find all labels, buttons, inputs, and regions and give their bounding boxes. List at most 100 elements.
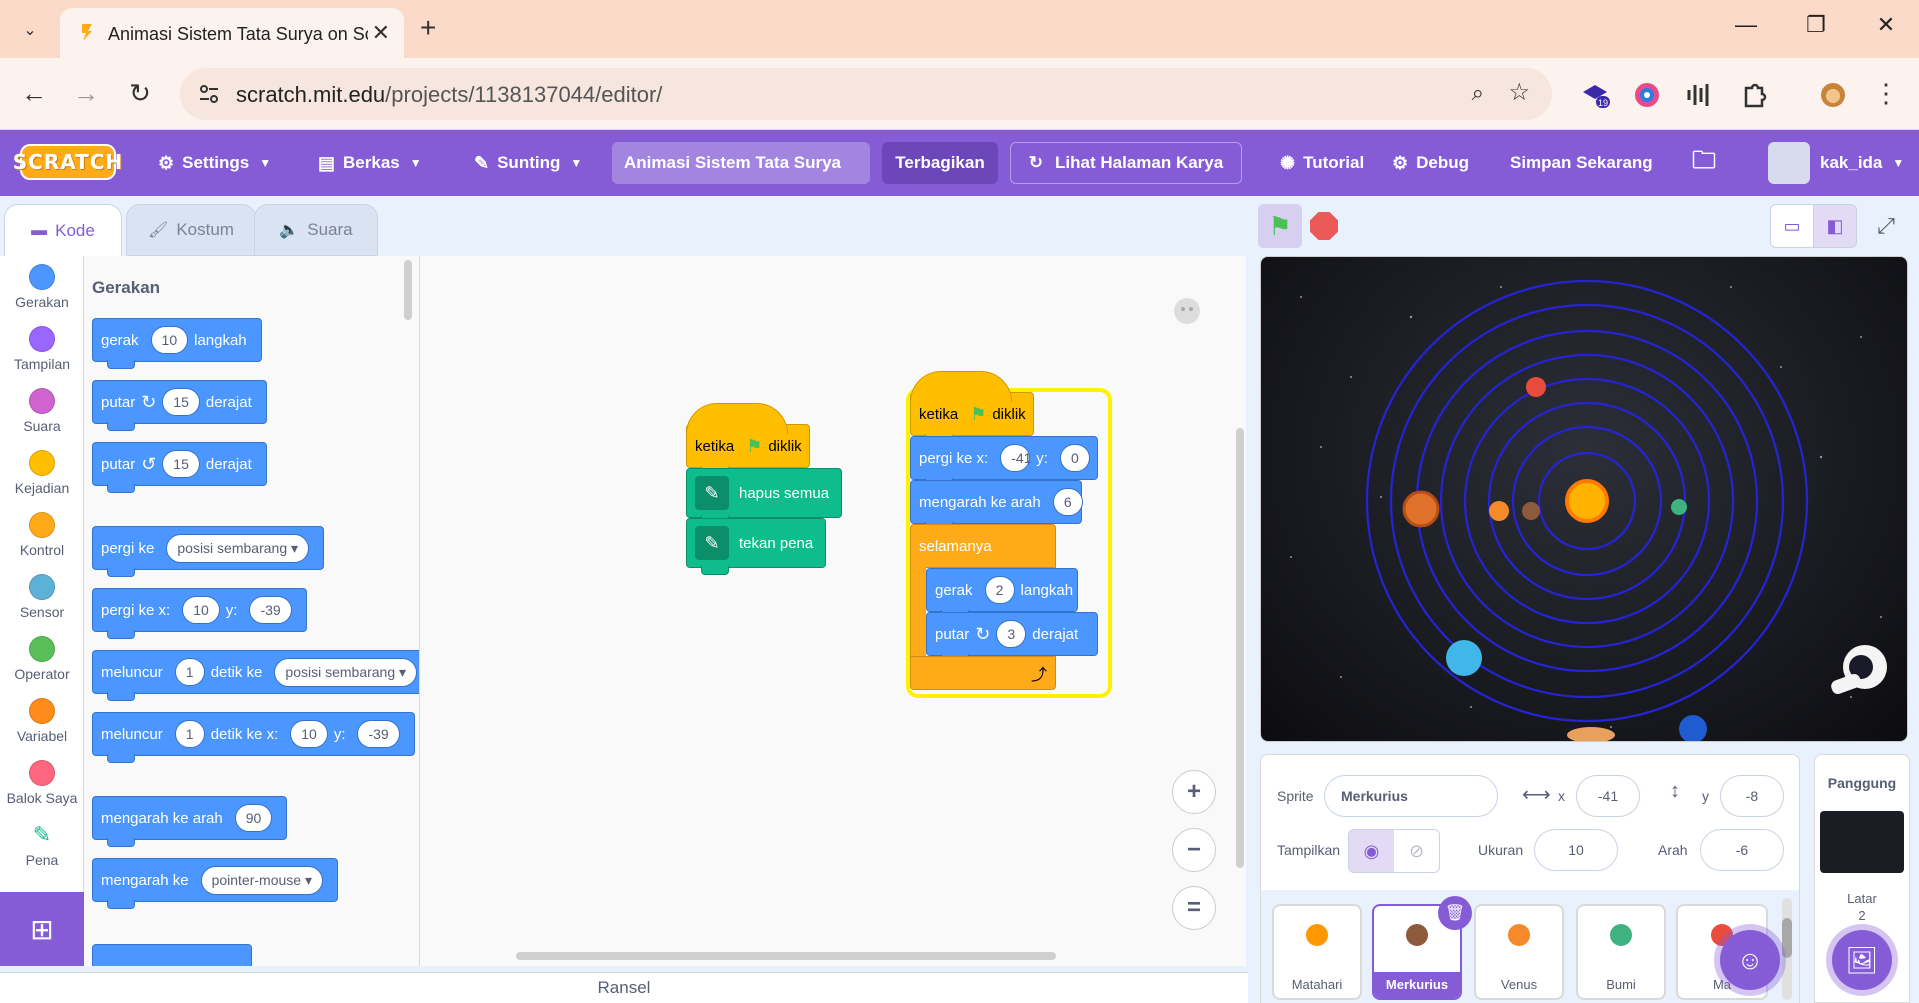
steps-input[interactable]: 10: [150, 326, 189, 354]
category-motion[interactable]: Gerakan: [0, 264, 84, 310]
small-stage-button[interactable]: ▭: [1770, 204, 1814, 248]
restore-icon[interactable]: ❐: [1796, 12, 1836, 38]
sprite-tile[interactable]: Bumi: [1576, 904, 1666, 1000]
show-eye-icon[interactable]: ◉: [1349, 830, 1394, 872]
backpack-header[interactable]: Ransel: [0, 972, 1248, 1003]
x-input[interactable]: 10: [290, 720, 328, 748]
glide-dropdown[interactable]: posisi sembarang ▾: [274, 657, 418, 687]
omnibox[interactable]: scratch.mit.edu/projects/1138137044/edit…: [180, 68, 1552, 120]
point-direction-block[interactable]: mengarah ke arah 6: [910, 480, 1083, 531]
point-towards-block[interactable]: mengarah ke pointer-mouse ▾: [92, 858, 338, 909]
script-area[interactable]: ketika ⚑ diklik ✎ hapus semua ✎ tekan pena k…: [420, 256, 1246, 966]
y-input[interactable]: 0: [1059, 444, 1090, 472]
reload-icon[interactable]: ↻: [122, 78, 158, 109]
choose-backdrop-button[interactable]: 🖼: [1832, 930, 1892, 990]
turn-right-block[interactable]: putar ↻ 3 derajat: [926, 612, 1098, 663]
category-events[interactable]: Kejadian: [0, 450, 84, 496]
tutorial-button[interactable]: ✺ Tutorial: [1280, 130, 1364, 196]
folder-icon[interactable]: 🗀: [1692, 130, 1716, 196]
stage-canvas[interactable]: [1260, 256, 1908, 742]
extensions-puzzle-icon[interactable]: [1740, 80, 1770, 110]
green-flag-button[interactable]: ⚑: [1258, 204, 1302, 248]
forever-block[interactable]: selamanya: [910, 524, 1056, 568]
fullscreen-button[interactable]: ⤢: [1864, 204, 1908, 248]
bookmark-star-icon[interactable]: ☆: [1508, 78, 1530, 107]
delete-sprite-icon[interactable]: 🗑: [1438, 896, 1472, 930]
audio-extension-icon[interactable]: [1684, 80, 1714, 110]
tab-search-icon[interactable]: ⌄: [12, 14, 48, 46]
sprite-tile[interactable]: Venus: [1474, 904, 1564, 1000]
category-operators[interactable]: Operator: [0, 636, 84, 682]
new-tab-icon[interactable]: +: [420, 12, 436, 44]
degrees-input[interactable]: 3: [996, 620, 1027, 648]
tab-close-icon[interactable]: ✕: [372, 20, 390, 46]
profile-avatar-icon[interactable]: [1818, 80, 1848, 110]
category-looks[interactable]: Tampilan: [0, 326, 84, 372]
steps-input[interactable]: 2: [984, 576, 1015, 604]
site-settings-icon[interactable]: [196, 81, 222, 107]
close-window-icon[interactable]: ✕: [1866, 12, 1906, 38]
degrees-input[interactable]: 15: [162, 450, 200, 478]
turn-left-block[interactable]: putar ↺ 15 derajat: [92, 442, 267, 493]
y-input[interactable]: -39: [249, 596, 292, 624]
browser-menu-icon[interactable]: ⋮: [1868, 78, 1904, 109]
goto-dropdown[interactable]: posisi sembarang ▾: [166, 533, 310, 563]
secs-input[interactable]: 1: [174, 658, 205, 686]
secs-input[interactable]: 1: [174, 720, 205, 748]
tab-code[interactable]: ▬ Kode: [4, 204, 122, 256]
minimize-icon[interactable]: —: [1726, 12, 1766, 38]
add-extension-button[interactable]: ⊞: [0, 892, 84, 966]
category-sensing[interactable]: Sensor: [0, 574, 84, 620]
settings-menu[interactable]: ⚙ Settings ▼: [158, 130, 271, 196]
x-input[interactable]: -41: [1000, 444, 1031, 472]
pen-down-block[interactable]: ✎ tekan pena: [686, 518, 826, 575]
move-steps-block[interactable]: gerak 10 langkah: [92, 318, 262, 369]
save-now-button[interactable]: Simpan Sekarang: [1510, 130, 1653, 196]
user-avatar[interactable]: [1768, 142, 1810, 184]
move-steps-block[interactable]: gerak 2 langkah: [926, 568, 1078, 619]
scratch-logo[interactable]: SCRATCH: [13, 144, 122, 180]
degrees-input[interactable]: 15: [162, 388, 200, 416]
y-input[interactable]: -39: [357, 720, 400, 748]
glide-block[interactable]: meluncur 1 detik ke posisi sembarang ▾: [92, 650, 419, 701]
partial-block[interactable]: [92, 944, 252, 966]
project-title-input[interactable]: Animasi Sistem Tata Surya: [612, 142, 870, 184]
size-field[interactable]: 10: [1534, 829, 1618, 871]
zoom-icon[interactable]: ⌕: [1472, 80, 1484, 106]
back-icon[interactable]: ←: [16, 78, 52, 109]
category-pen[interactable]: ✎ Pena: [0, 822, 84, 868]
direction-input[interactable]: 90: [234, 804, 273, 832]
y-field[interactable]: -8: [1720, 775, 1784, 817]
stop-button[interactable]: [1310, 212, 1338, 240]
file-menu[interactable]: ▤ Berkas ▼: [318, 130, 422, 196]
turn-right-block[interactable]: putar ↻ 15 derajat: [92, 380, 267, 431]
towards-dropdown[interactable]: pointer-mouse ▾: [200, 865, 323, 895]
x-field[interactable]: -41: [1576, 775, 1640, 817]
forward-icon[interactable]: →: [68, 78, 104, 109]
x-input[interactable]: 10: [182, 596, 220, 624]
when-flag-clicked-hat[interactable]: ketika ⚑ diklik: [910, 371, 1034, 443]
tab-costumes[interactable]: 🖌 Kostum: [126, 204, 256, 256]
zoom-out-button[interactable]: −: [1172, 828, 1216, 872]
when-flag-clicked-hat[interactable]: ketika ⚑ diklik: [686, 403, 810, 475]
goto-xy-block[interactable]: pergi ke x: -41 y: 0: [910, 436, 1098, 487]
category-sound[interactable]: Suara: [0, 388, 84, 434]
category-my-blocks[interactable]: Balok Saya: [0, 760, 84, 806]
choose-sprite-button[interactable]: ☺: [1720, 930, 1780, 990]
extension-hat-icon[interactable]: 19: [1580, 80, 1610, 110]
share-button[interactable]: Terbagikan: [882, 142, 998, 184]
goto-xy-block[interactable]: pergi ke x: 10 y: -39: [92, 588, 307, 639]
edit-menu[interactable]: ✎ Sunting ▼: [474, 130, 582, 196]
color-extension-icon[interactable]: [1632, 80, 1662, 110]
zoom-reset-button[interactable]: =: [1172, 886, 1216, 930]
palette-scrollbar[interactable]: [404, 260, 412, 320]
sprite-name-field[interactable]: Merkurius: [1324, 775, 1498, 817]
direction-field[interactable]: -6: [1700, 829, 1784, 871]
debug-button[interactable]: ⚙ Debug: [1392, 130, 1469, 196]
category-variables[interactable]: Variabel: [0, 698, 84, 744]
account-menu[interactable]: kak_ida ▼: [1820, 130, 1904, 196]
glide-xy-block[interactable]: meluncur 1 detik ke x: 10 y: -39: [92, 712, 415, 763]
pen-clear-block[interactable]: ✎ hapus semua: [686, 468, 842, 525]
point-direction-block[interactable]: mengarah ke arah 90: [92, 796, 288, 847]
hide-eye-icon[interactable]: ⊘: [1394, 830, 1439, 872]
